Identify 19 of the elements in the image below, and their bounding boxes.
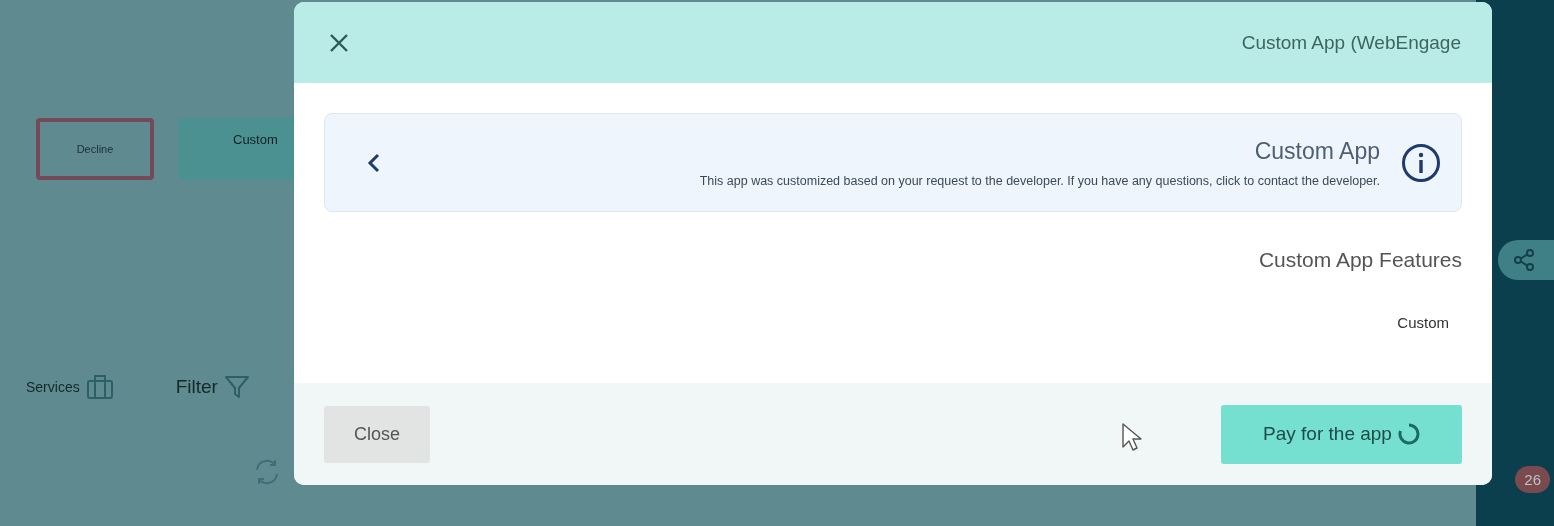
- features-heading: Custom App Features: [1258, 248, 1462, 272]
- pay-button[interactable]: Pay for the app: [1221, 404, 1462, 464]
- services-label: Services: [26, 379, 80, 395]
- share-button[interactable]: [1498, 240, 1554, 280]
- close-button[interactable]: Close: [324, 405, 430, 463]
- card-title: Custom App: [1254, 137, 1380, 165]
- dialog-title: Custom App (WebEngage: [1241, 31, 1461, 54]
- card-description: This app was customized based on your request to the developer. If you have any questions, click to contact the developer.: [699, 173, 1380, 188]
- info-icon[interactable]: [1401, 142, 1441, 183]
- briefcase-icon: [85, 374, 114, 400]
- pointer-icon: [1121, 422, 1143, 452]
- back-icon[interactable]: [367, 151, 381, 174]
- share-icon: [1513, 249, 1535, 271]
- custom-tile[interactable]: Custom: [178, 118, 294, 180]
- filter-label[interactable]: Filter: [175, 376, 218, 398]
- notification-badge: 26: [1515, 466, 1550, 493]
- decline-button[interactable]: Decline: [36, 118, 154, 180]
- feature-label: Custom: [1397, 314, 1449, 331]
- close-icon[interactable]: [329, 32, 349, 53]
